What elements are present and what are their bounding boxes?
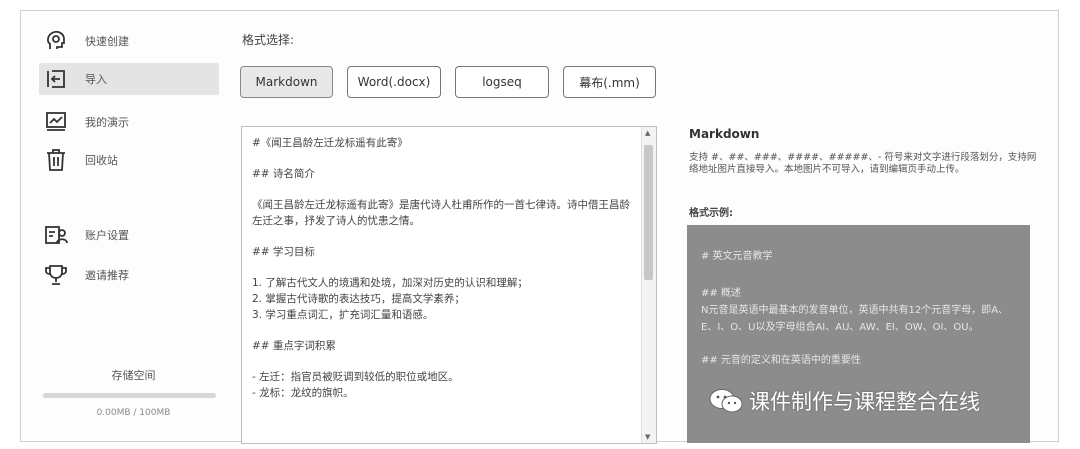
editor-line: ## 重点字词积累 xyxy=(252,340,336,352)
format-label: 格式选择: xyxy=(242,33,295,47)
format-logseq-button[interactable]: logseq xyxy=(455,66,549,98)
editor-line: ## 学习目标 xyxy=(252,246,315,258)
format-word-button[interactable]: Word(.docx) xyxy=(347,66,441,98)
sidebar-item-my-presentations[interactable]: 我的演示 xyxy=(39,106,219,138)
sidebar-item-label: 回收站 xyxy=(85,154,118,167)
example-line: # 英文元音教学 xyxy=(701,251,773,262)
sidebar-item-label: 我的演示 xyxy=(85,116,129,129)
example-line: N元音是英语中最基本的发音单位，英语中共有12个元音字母，即A、E、I、O、U以… xyxy=(701,305,1009,333)
storage-usage-text: 0.00MB / 100MB xyxy=(96,408,171,418)
sidebar-item-invite[interactable]: 邀请推荐 xyxy=(39,259,219,291)
help-description: 支持 #、##、###、####、#####、- 符号来对文字进行段落划分，支持… xyxy=(689,152,1037,175)
editor-scrollbar[interactable]: ▲ ▼ xyxy=(641,127,656,443)
watermark: 课件制作与课程整合在线 xyxy=(709,386,980,416)
editor-line: - 左迁：指官员被贬调到较低的职位或地区。 - 龙标：龙纹的旗帜。 xyxy=(252,371,459,399)
editor-line: 1. 了解古代文人的境遇和处境，加深对历史的认识和理解； 2. 掌握古代诗歌的表… xyxy=(252,277,528,321)
app-frame: 快速创建 导入 我的演示 回收站 账户设置 邀请推荐 存储空间 0.00MB /… xyxy=(20,10,1059,444)
sidebar-item-label: 账户设置 xyxy=(85,229,129,242)
wechat-icon xyxy=(709,388,743,414)
storage-title: 存储空间 xyxy=(111,369,156,382)
presentation-icon xyxy=(43,109,69,135)
editor-line: ## 诗名简介 xyxy=(252,168,315,180)
watermark-text: 课件制作与课程整合在线 xyxy=(749,390,980,414)
format-markdown-button[interactable]: Markdown xyxy=(240,66,333,98)
sidebar-item-label: 邀请推荐 xyxy=(85,269,129,282)
scroll-down-icon[interactable]: ▼ xyxy=(645,433,650,441)
example-line: ## 概述 xyxy=(701,288,741,299)
format-mubu-button[interactable]: 幕布(.mm) xyxy=(563,66,656,98)
editor-line: #《闻王昌龄左迁龙标遥有此寄》 xyxy=(252,137,408,149)
storage-progress-bar xyxy=(43,393,216,398)
editor-content: #《闻王昌龄左迁龙标遥有此寄》 ## 诗名简介 《闻王昌龄左迁龙标遥有此寄》是唐… xyxy=(252,135,637,416)
sidebar-item-label: 快速创建 xyxy=(85,35,129,48)
help-title: Markdown xyxy=(689,127,760,141)
import-icon xyxy=(43,66,69,92)
example-label: 格式示例: xyxy=(689,208,733,219)
sidebar-item-import[interactable]: 导入 xyxy=(39,63,219,95)
trash-icon xyxy=(43,147,69,173)
sidebar-item-trash[interactable]: 回收站 xyxy=(39,144,219,176)
editor-line: 《闻王昌龄左迁龙标遥有此寄》是唐代诗人杜甫所作的一首七律诗。诗中借王昌龄左迁之事… xyxy=(252,199,630,227)
scroll-up-icon[interactable]: ▲ xyxy=(645,129,650,137)
import-text-editor[interactable]: #《闻王昌龄左迁龙标遥有此寄》 ## 诗名简介 《闻王昌龄左迁龙标遥有此寄》是唐… xyxy=(241,126,657,444)
scroll-thumb[interactable] xyxy=(644,145,653,280)
sidebar: 快速创建 导入 我的演示 回收站 账户设置 邀请推荐 存储空间 0.00MB /… xyxy=(21,11,226,441)
brain-icon xyxy=(43,28,69,54)
example-line: ## 元音的定义和在英语中的重要性 xyxy=(701,355,861,366)
sidebar-item-label: 导入 xyxy=(85,73,107,86)
sidebar-item-account-settings[interactable]: 账户设置 xyxy=(39,219,219,251)
sidebar-item-quick-create[interactable]: 快速创建 xyxy=(39,25,219,57)
trophy-icon xyxy=(43,262,69,288)
account-icon xyxy=(43,222,69,248)
